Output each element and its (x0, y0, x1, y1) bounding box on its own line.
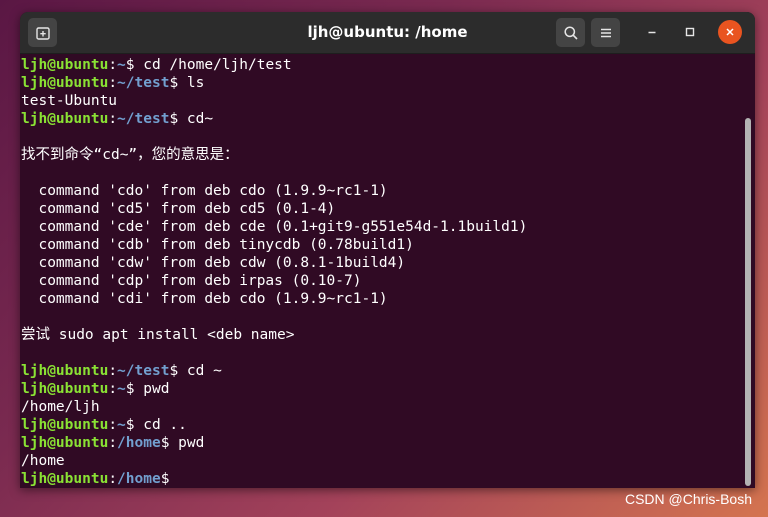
prompt-line: ljh@ubuntu:~/test$ cd~ (20, 110, 742, 128)
prompt-separator: : (108, 381, 118, 397)
hamburger-menu-icon (600, 28, 611, 37)
output-line: command 'cdp' from deb irpas (0.10-7) (21, 273, 362, 289)
prompt-line: ljh@ubuntu:/home$ pwd (20, 434, 742, 452)
new-tab-icon (35, 26, 50, 40)
prompt-path: ~ (117, 57, 126, 73)
terminal-output[interactable]: ljh@ubuntu:~$ cd /home/ljh/test ljh@ubunt… (20, 53, 742, 488)
command-text: $ pwd (160, 435, 205, 451)
new-tab-button[interactable] (28, 18, 57, 47)
title-bar[interactable]: ljh@ubuntu: /home (20, 12, 755, 54)
prompt-path: /home (117, 471, 161, 487)
prompt-separator: : (108, 111, 118, 127)
search-icon (563, 25, 578, 40)
prompt-user-host: ljh@ubuntu (21, 435, 109, 451)
prompt-line: ljh@ubuntu:~$ cd .. (20, 416, 742, 434)
minimize-button[interactable] (640, 20, 664, 44)
prompt-path: ~ (117, 381, 126, 397)
prompt-separator: : (108, 435, 118, 451)
prompt-user-host: ljh@ubuntu (21, 111, 109, 127)
output-line: 尝试 sudo apt install <deb name> (21, 327, 295, 343)
terminal-window: ljh@ubuntu: /home ljh@ubuntu:~$ cd /home… (20, 12, 755, 488)
prompt-separator: : (108, 75, 118, 91)
prompt-user-host: ljh@ubuntu (21, 471, 109, 487)
prompt-line: ljh@ubuntu:/home$ (20, 470, 742, 488)
command-text: $ cd ~ (169, 363, 222, 379)
search-button[interactable] (556, 18, 585, 47)
command-text: $ pwd (125, 381, 170, 397)
output-line: /home (21, 453, 65, 469)
output-line: command 'cdi' from deb cdo (1.9.9~rc1-1) (21, 291, 388, 307)
prompt-line: ljh@ubuntu:~/test$ cd ~ (20, 362, 742, 380)
prompt-path: ~/test (117, 111, 170, 127)
command-text: $ cd .. (125, 417, 187, 433)
output-line: command 'cd5' from deb cd5 (0.1-4) (21, 201, 336, 217)
command-text: $ cd /home/ljh/test (125, 57, 292, 73)
menu-button[interactable] (591, 18, 620, 47)
output-line: /home/ljh (21, 399, 100, 415)
prompt-separator: : (108, 417, 118, 433)
command-text: $ cd~ (169, 111, 214, 127)
output-line: 找不到命令“cd~”，您的意思是： (21, 147, 239, 163)
prompt-path: /home (117, 435, 161, 451)
prompt-user-host: ljh@ubuntu (21, 363, 109, 379)
prompt-separator: : (108, 57, 118, 73)
output-line: command 'cdw' from deb cdw (0.8.1-1build… (21, 255, 406, 271)
prompt-user-host: ljh@ubuntu (21, 75, 109, 91)
prompt-separator: : (108, 471, 118, 487)
output-line: command 'cdb' from deb tinycdb (0.78buil… (21, 237, 414, 253)
minimize-icon (648, 31, 656, 34)
close-icon (726, 28, 734, 36)
maximize-button[interactable] (678, 20, 702, 44)
command-text: $ ls (169, 75, 205, 91)
prompt-separator: : (108, 363, 118, 379)
prompt-line: ljh@ubuntu:~$ cd /home/ljh/test (20, 56, 742, 74)
prompt-path: ~/test (117, 75, 170, 91)
prompt-user-host: ljh@ubuntu (21, 417, 109, 433)
scrollbar[interactable] (745, 118, 751, 486)
output-line: test-Ubuntu (21, 93, 118, 109)
maximize-icon (685, 27, 695, 37)
prompt-path: ~ (117, 417, 126, 433)
prompt-user-host: ljh@ubuntu (21, 381, 109, 397)
prompt-line: ljh@ubuntu:~/test$ ls (20, 74, 742, 92)
output-line: command 'cde' from deb cde (0.1+git9-g55… (21, 219, 528, 235)
output-line: command 'cdo' from deb cdo (1.9.9~rc1-1) (21, 183, 388, 199)
command-text: $ (160, 471, 170, 487)
watermark: CSDN @Chris-Bosh (624, 491, 752, 507)
prompt-user-host: ljh@ubuntu (21, 57, 109, 73)
close-button[interactable] (718, 20, 742, 44)
prompt-line: ljh@ubuntu:~$ pwd (20, 380, 742, 398)
prompt-path: ~/test (117, 363, 170, 379)
